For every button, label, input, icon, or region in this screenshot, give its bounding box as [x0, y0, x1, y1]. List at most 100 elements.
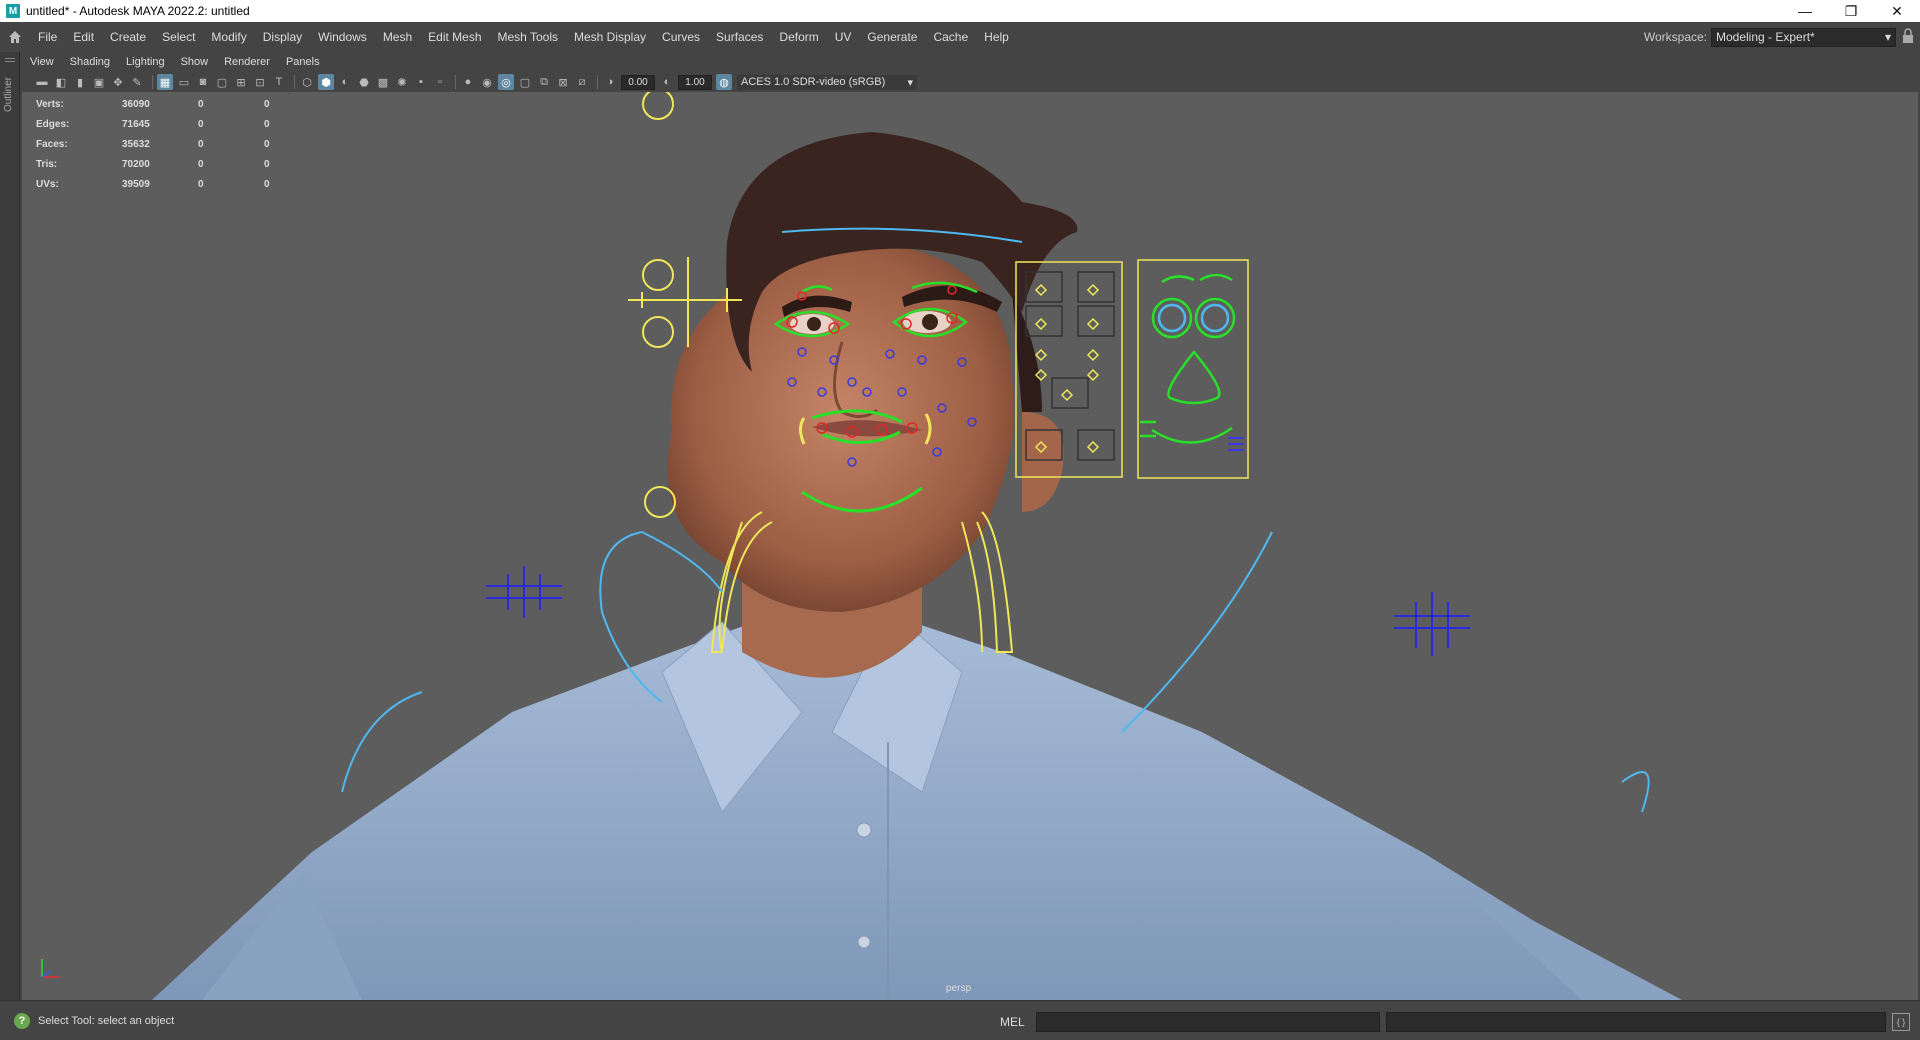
hud-value-component: 0 — [264, 118, 270, 130]
help-icon[interactable]: ? — [14, 1012, 30, 1029]
chevron-down-icon: ▾ — [907, 76, 913, 89]
panel-menu-renderer[interactable]: Renderer — [216, 56, 278, 68]
lock-icon[interactable] — [1902, 28, 1916, 46]
menu-mesh-display[interactable]: Mesh Display — [566, 22, 654, 52]
default-material-icon[interactable]: ◐ — [337, 74, 353, 90]
menu-surfaces[interactable]: Surfaces — [708, 22, 771, 52]
minimize-button[interactable]: — — [1782, 0, 1828, 22]
safe-action-icon[interactable]: ⊡ — [252, 74, 268, 90]
menu-generate[interactable]: Generate — [859, 22, 925, 52]
hud-value-selected: 0 — [198, 138, 204, 150]
window-title: untitled* - Autodesk MAYA 2022.2: untitl… — [26, 4, 250, 18]
menu-create[interactable]: Create — [102, 22, 154, 52]
xray-active-icon[interactable]: ⊠ — [555, 74, 571, 90]
hud-row-uvs: UVs: 39509 0 0 — [36, 174, 330, 194]
command-result-field — [1386, 1012, 1886, 1032]
menu-cache[interactable]: Cache — [925, 22, 976, 52]
grease-pencil-icon[interactable]: ✎ — [129, 74, 145, 90]
pan-zoom-icon[interactable]: ✥ — [110, 74, 126, 90]
menu-curves[interactable]: Curves — [654, 22, 708, 52]
workspace-selector: Workspace: Modeling - Expert* ▾ — [1644, 22, 1896, 52]
menu-file[interactable]: File — [30, 22, 65, 52]
gamma-icon[interactable]: ◐ — [659, 74, 675, 90]
hud-value-component: 0 — [264, 138, 270, 150]
image-plane-icon[interactable]: ▣ — [91, 74, 107, 90]
hud-value-selected: 0 — [198, 118, 204, 130]
menu-windows[interactable]: Windows — [310, 22, 375, 52]
panel-menu-shading[interactable]: Shading — [62, 56, 118, 68]
textured-icon[interactable]: ▩ — [375, 74, 391, 90]
grid-icon[interactable]: ▦ — [157, 74, 173, 90]
close-button[interactable]: ✕ — [1874, 0, 1920, 22]
ear — [1022, 412, 1064, 512]
hud-label: Tris: — [36, 158, 58, 170]
mel-command-input[interactable] — [1036, 1012, 1380, 1032]
isolate-select-icon[interactable]: ▢ — [517, 74, 533, 90]
field-chart-icon[interactable]: ⊞ — [233, 74, 249, 90]
screen-space-ao-icon[interactable]: ▫ — [432, 74, 448, 90]
hud-row-tris: Tris: 70200 0 0 — [36, 154, 330, 174]
facial-picker-face — [1140, 273, 1244, 451]
viewport-persp[interactable]: Verts: 36090 0 0 Edges: 71645 0 0 Faces:… — [22, 92, 1918, 1000]
anti-aliasing-icon[interactable]: ◉ — [479, 74, 495, 90]
restore-button[interactable]: ❐ — [1828, 0, 1874, 22]
menu-display[interactable]: Display — [255, 22, 310, 52]
color-management-icon[interactable]: ◍ — [716, 74, 732, 90]
menu-mesh-tools[interactable]: Mesh Tools — [490, 22, 566, 52]
wireframe-icon[interactable]: ⬡ — [299, 74, 315, 90]
maya-logo-icon: M — [6, 4, 20, 18]
menu-uv[interactable]: UV — [827, 22, 860, 52]
grip-icon — [5, 58, 15, 62]
safe-title-icon[interactable]: T — [271, 74, 287, 90]
panel-menu-lighting[interactable]: Lighting — [118, 56, 173, 68]
view-axis-icon — [36, 955, 64, 986]
menu-deform[interactable]: Deform — [771, 22, 826, 52]
exposure-icon[interactable]: ◑ — [602, 74, 618, 90]
menu-edit-mesh[interactable]: Edit Mesh — [420, 22, 489, 52]
panel-menu-view[interactable]: View — [22, 56, 62, 68]
toolbar-divider — [152, 75, 153, 89]
toolbar-divider — [294, 75, 295, 89]
lights-icon[interactable]: ✺ — [394, 74, 410, 90]
xray-joints-icon[interactable]: ⧄ — [574, 74, 590, 90]
command-language-toggle[interactable]: MEL — [1000, 1015, 1025, 1029]
outliner-tab[interactable]: Outliner — [0, 52, 20, 1000]
help-line-text: Select Tool: select an object — [38, 1014, 175, 1027]
hud-value: 70200 — [122, 158, 150, 170]
xray-icon[interactable]: ⧉ — [536, 74, 552, 90]
menu-help[interactable]: Help — [976, 22, 1017, 52]
script-editor-icon[interactable]: { } — [1892, 1013, 1910, 1031]
panel-menu-panels[interactable]: Panels — [278, 56, 328, 68]
smooth-shade-icon[interactable]: ⬢ — [318, 74, 334, 90]
bookmark-icon[interactable]: ▮ — [72, 74, 88, 90]
view-transform-dropdown[interactable]: ACES 1.0 SDR-video (sRGB) ▾ — [737, 74, 917, 90]
camera-icon[interactable]: ▬ — [34, 74, 50, 90]
menu-edit[interactable]: Edit — [65, 22, 102, 52]
workspace-label: Workspace: — [1643, 30, 1707, 44]
gamma-field[interactable]: 1.00 — [678, 74, 712, 90]
resolution-gate-icon[interactable]: ◙ — [195, 74, 211, 90]
shadows-icon[interactable]: ▪ — [413, 74, 429, 90]
hud-row-faces: Faces: 35632 0 0 — [36, 134, 330, 154]
camera-attributes-icon[interactable]: ◧ — [53, 74, 69, 90]
home-icon[interactable] — [0, 22, 30, 52]
exposure-field[interactable]: 0.00 — [621, 74, 655, 90]
title-bar: M untitled* - Autodesk MAYA 2022.2: unti… — [0, 0, 1920, 22]
film-gate-icon[interactable]: ▭ — [176, 74, 192, 90]
toolbar-divider — [455, 75, 456, 89]
panel-menubar: View Shading Lighting Show Renderer Pane… — [22, 52, 1920, 72]
hud-label: Faces: — [36, 138, 68, 150]
workspace-dropdown[interactable]: Modeling - Expert* ▾ — [1711, 27, 1896, 47]
menu-modify[interactable]: Modify — [203, 22, 254, 52]
shirt-button — [856, 822, 872, 838]
panel-menu-show[interactable]: Show — [173, 56, 217, 68]
menu-select[interactable]: Select — [154, 22, 203, 52]
workspace-value: Modeling - Expert* — [1716, 30, 1815, 44]
motion-blur-icon[interactable]: ● — [460, 74, 476, 90]
shirt-button — [857, 935, 871, 949]
depth-of-field-icon[interactable]: ◎ — [498, 74, 514, 90]
menu-mesh[interactable]: Mesh — [375, 22, 420, 52]
pupil-left — [807, 317, 821, 331]
gate-mask-icon[interactable]: ▢ — [214, 74, 230, 90]
wireframe-on-shaded-icon[interactable]: ⬣ — [356, 74, 372, 90]
